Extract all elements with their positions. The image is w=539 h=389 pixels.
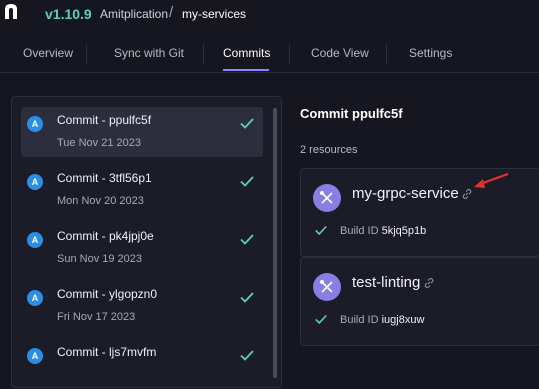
commit-item[interactable]: A Commit - ylgopzn0 Fri Nov 17 2023 <box>21 281 263 331</box>
tools-icon <box>320 191 333 204</box>
commit-list-scrollbar[interactable] <box>273 108 277 378</box>
commit-item[interactable]: A Commit - pk4jpj0e Sun Nov 19 2023 <box>21 223 263 273</box>
tab-settings[interactable]: Settings <box>409 46 452 60</box>
check-icon <box>240 118 254 129</box>
commit-item[interactable]: A Commit - ppulfc5f Tue Nov 21 2023 <box>21 107 263 157</box>
breadcrumb-project[interactable]: Amitplication <box>100 7 168 21</box>
commit-title: Commit - 3tfl56p1 <box>57 171 152 185</box>
tab-divider <box>386 44 387 64</box>
commit-title: Commit - pk4jpj0e <box>57 229 154 243</box>
tab-divider <box>86 44 87 64</box>
check-icon <box>315 314 327 325</box>
user-avatar: A <box>27 116 43 132</box>
build-id-value[interactable]: iugj8xuw <box>382 314 425 326</box>
commit-title: Commit - ppulfc5f <box>57 113 152 127</box>
tab-divider <box>203 44 204 64</box>
resource-name[interactable]: test-linting <box>352 274 420 291</box>
user-avatar: A <box>27 232 43 248</box>
breadcrumb-separator: / <box>169 4 174 21</box>
build-id-label: Build ID <box>340 225 379 237</box>
check-icon <box>240 350 254 361</box>
version-label: v1.10.9 <box>45 6 92 22</box>
tab-overview[interactable]: Overview <box>23 46 73 60</box>
resource-icon <box>313 273 341 301</box>
resource-count: 2 resources <box>300 144 358 156</box>
tab-code-view[interactable]: Code View <box>311 46 369 60</box>
resource-name[interactable]: my-grpc-service <box>352 185 459 202</box>
tab-commits[interactable]: Commits <box>223 46 270 60</box>
build-id-value[interactable]: 5kjq5p1b <box>382 225 427 237</box>
build-info: Build ID 5kjq5p1b <box>340 225 426 237</box>
build-id-label: Build ID <box>340 314 379 326</box>
commit-item[interactable]: A Commit - ljs7mvfm <box>21 339 263 389</box>
commit-title: Commit - ljs7mvfm <box>57 345 157 359</box>
commit-date: Mon Nov 20 2023 <box>57 195 144 207</box>
commit-title: Commit - ylgopzn0 <box>57 287 158 301</box>
active-tab-indicator <box>223 69 269 71</box>
commit-detail-title: Commit ppulfc5f <box>300 106 403 121</box>
check-icon <box>240 292 254 303</box>
tab-sync-with-git[interactable]: Sync with Git <box>114 46 184 60</box>
link-icon[interactable] <box>423 277 435 289</box>
check-icon <box>315 225 327 236</box>
build-info: Build ID iugj8xuw <box>340 314 424 326</box>
tools-icon <box>320 280 333 293</box>
tab-divider <box>289 44 290 64</box>
commit-date: Tue Nov 21 2023 <box>57 137 141 149</box>
annotation-arrow-icon <box>474 172 509 188</box>
check-icon <box>240 176 254 187</box>
check-icon <box>240 234 254 245</box>
commit-item[interactable]: A Commit - 3tfl56p1 Mon Nov 20 2023 <box>21 165 263 215</box>
user-avatar: A <box>27 174 43 190</box>
resource-card[interactable]: test-linting Build ID iugj8xuw <box>300 257 539 346</box>
commit-date: Fri Nov 17 2023 <box>57 311 136 323</box>
user-avatar: A <box>27 348 43 364</box>
breadcrumb-service[interactable]: my-services <box>182 7 246 21</box>
app-logo-icon[interactable] <box>3 2 19 20</box>
user-avatar: A <box>27 290 43 306</box>
tab-bar: Overview Sync with Git Commits Code View… <box>0 36 539 73</box>
commit-date: Sun Nov 19 2023 <box>57 253 143 265</box>
top-bar: v1.10.9 Amitplication / my-services <box>0 0 539 36</box>
resource-icon <box>313 184 341 212</box>
